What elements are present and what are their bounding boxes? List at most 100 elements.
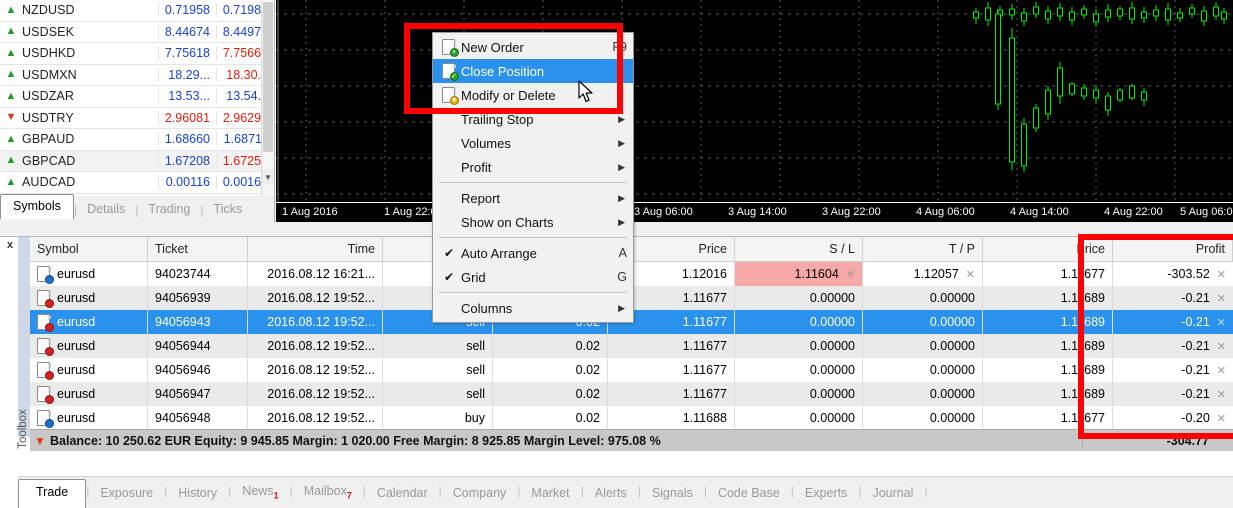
market-watch-row[interactable]: ▼ USDTRY 2.96081 2.96298 — [0, 108, 274, 129]
close-position-icon[interactable]: ✕ — [1210, 412, 1226, 425]
toolbox-tab-experts[interactable]: Experts — [794, 482, 858, 508]
close-position-icon[interactable]: ✕ — [1210, 316, 1226, 329]
menu-item-auto-arrange[interactable]: ✔ Auto Arrange A — [433, 241, 633, 265]
toolbox-tab-exposure[interactable]: Exposure — [89, 482, 164, 508]
menu-item-volumes[interactable]: Volumes ▶ — [433, 131, 633, 155]
price-chart[interactable]: 1 Aug 20161 Aug 22:002 A3 Aug 06:003 Aug… — [276, 0, 1233, 222]
toolbox-tab-market[interactable]: Market — [520, 482, 580, 508]
market-watch-tabs[interactable]: Symbols | Details | Trading | Ticks — [0, 194, 275, 222]
close-position-icon[interactable]: ✕ — [1210, 340, 1226, 353]
column-header-time[interactable]: Time — [248, 237, 383, 261]
column-header-t-p[interactable]: T / P — [863, 237, 983, 261]
menu-item-new-order[interactable]: + New Order F9 — [433, 35, 633, 59]
menu-item-modify-or-delete[interactable]: ✷ Modify or Delete — [433, 83, 633, 107]
sell-position-icon — [37, 385, 54, 404]
close-position-icon[interactable]: ✕ — [1210, 268, 1226, 281]
cell-take-profit[interactable]: 0.00000 — [863, 286, 983, 310]
close-tp-icon[interactable]: ✕ — [959, 268, 975, 281]
scroll-down-button[interactable]: ▼ — [262, 169, 274, 185]
close-position-icon[interactable]: ✕ — [1210, 364, 1226, 377]
market-watch-row[interactable]: ▲ AUDCAD 0.00116 0.00167 — [0, 172, 274, 194]
menu-item-profit[interactable]: Profit ▶ — [433, 155, 633, 179]
cell-stop-loss[interactable]: 0.00000 — [735, 310, 863, 334]
menu-item-close-position[interactable]: ✓ Close Position — [433, 59, 633, 83]
table-row[interactable]: eurusd 94056946 2016.08.12 19:52... sell 0.0… — [30, 358, 1233, 382]
profit-value: -0.21 — [1181, 387, 1210, 401]
table-row[interactable]: eurusd 94056948 2016.08.12 19:52... buy 0.02… — [30, 406, 1233, 430]
buy-position-icon — [37, 409, 54, 428]
sl-value: 0.00000 — [809, 411, 855, 425]
column-header-ticket[interactable]: Ticket — [148, 237, 248, 261]
toolbox-tab-calendar[interactable]: Calendar — [366, 482, 439, 508]
market-watch-row[interactable]: ▲ USDMXN 18.29... 18.30... — [0, 65, 274, 86]
menu-item-report[interactable]: Report ▶ — [433, 186, 633, 210]
toolbox-tab-mailbox[interactable]: Mailbox7 — [293, 480, 363, 508]
bid-price: 18.29... — [158, 67, 216, 82]
toolbox-tab-code-base[interactable]: Code Base — [707, 482, 791, 508]
cell-stop-loss[interactable]: 0.00000 — [735, 334, 863, 358]
market-watch-row[interactable]: ▲ USDZAR 13.53... 13.54... — [0, 86, 274, 108]
mw-tab-ticks[interactable]: Ticks — [203, 199, 252, 220]
profit-value: -303.52 — [1167, 267, 1210, 281]
table-row[interactable]: eurusd 94056944 2016.08.12 19:52... sell 0.0… — [30, 334, 1233, 358]
close-position-icon[interactable]: ✕ — [1210, 292, 1226, 305]
sl-value: 0.00000 — [809, 387, 855, 401]
cell-stop-loss[interactable]: 0.00000 — [735, 286, 863, 310]
cell-ticket: 94023744 — [148, 262, 248, 286]
arrow-down-icon: ▼ — [5, 111, 17, 124]
toolbox-tab-signals[interactable]: Signals — [641, 482, 704, 508]
cell-volume: 0.02 — [493, 382, 608, 406]
close-position-icon[interactable]: ✕ — [1210, 388, 1226, 401]
symbol-text: eurusd — [57, 267, 96, 281]
menu-item-label: New Order — [461, 39, 524, 55]
mw-tab-details[interactable]: Details — [77, 199, 135, 220]
menu-item-show-on-charts[interactable]: Show on Charts ▶ — [433, 210, 633, 234]
cell-price: 1.11688 — [608, 406, 735, 430]
market-watch-row[interactable]: ▲ NZDUSD 0.71958 0.71984 — [0, 0, 274, 22]
toolbox-tab-news[interactable]: News1 — [231, 480, 289, 508]
tab-separator: | — [924, 484, 928, 498]
tab-badge: 7 — [346, 490, 352, 500]
market-watch-scrollbar[interactable]: ▼ — [261, 0, 274, 196]
toolbox-tab-journal[interactable]: Journal — [861, 482, 924, 508]
market-watch-row[interactable]: ▲ GBPAUD 1.68660 1.68711 — [0, 129, 274, 151]
toolbox-tabs[interactable]: Trade | Exposure | History | News1 | Mailbox7 | Ca… — [18, 476, 1233, 508]
table-row[interactable]: eurusd 94056947 2016.08.12 19:52... sell 0.0… — [30, 382, 1233, 406]
menu-item-trailing-stop[interactable]: Trailing Stop ▶ — [433, 107, 633, 131]
toolbox-tab-alerts[interactable]: Alerts — [584, 482, 638, 508]
cell-stop-loss[interactable]: 1.11604 ✕ — [735, 262, 863, 286]
cell-take-profit[interactable]: 1.12057 ✕ — [863, 262, 983, 286]
submenu-arrow-icon: ▶ — [618, 161, 625, 172]
mw-tab-trading[interactable]: Trading — [138, 199, 200, 220]
cell-take-profit[interactable]: 0.00000 — [863, 334, 983, 358]
column-header-s-l[interactable]: S / L — [735, 237, 863, 261]
close-sl-icon[interactable]: ✕ — [839, 268, 855, 281]
cell-take-profit[interactable]: 0.00000 — [863, 382, 983, 406]
menu-item-grid[interactable]: ✔ Grid G — [433, 265, 633, 289]
cell-take-profit[interactable]: 0.00000 — [863, 310, 983, 334]
cell-take-profit[interactable]: 0.00000 — [863, 358, 983, 382]
cell-stop-loss[interactable]: 0.00000 — [735, 406, 863, 430]
market-watch-row[interactable]: ▲ USDSEK 8.44674 8.44970 — [0, 22, 274, 43]
context-menu[interactable]: + New Order F9 ✓ Close Position ✷ Modify or De… — [432, 32, 634, 323]
cell-price: 1.11677 — [608, 358, 735, 382]
cell-take-profit[interactable]: 0.00000 — [863, 406, 983, 430]
market-watch-row[interactable]: ▲ USDHKD 7.75618 7.75669 — [0, 43, 274, 65]
menu-item-columns[interactable]: Columns ▶ — [433, 296, 633, 320]
bid-price: 1.68660 — [158, 132, 216, 147]
column-header-price[interactable]: Price — [983, 237, 1113, 261]
mw-tab-symbols[interactable]: Symbols — [0, 194, 74, 219]
toolbox-tab-trade[interactable]: Trade — [18, 479, 87, 508]
market-watch-row[interactable]: ▲ GBPCAD 1.67208 1.67259 — [0, 150, 274, 172]
toolbox-tab-company[interactable]: Company — [442, 482, 518, 508]
column-header-profit[interactable]: Profit — [1113, 237, 1233, 261]
scrollbar-thumb[interactable] — [263, 2, 273, 152]
toolbox-tab-history[interactable]: History — [167, 482, 228, 508]
cell-symbol: eurusd — [30, 382, 148, 406]
market-watch-panel[interactable]: ▲ NZDUSD 0.71958 0.71984 ▲ USDSEK 8.44674 8.449… — [0, 0, 275, 196]
arrow-up-icon: ▲ — [5, 3, 17, 16]
cell-stop-loss[interactable]: 0.00000 — [735, 358, 863, 382]
column-header-symbol[interactable]: Symbol — [30, 237, 148, 261]
close-icon[interactable]: x — [4, 240, 16, 252]
cell-stop-loss[interactable]: 0.00000 — [735, 382, 863, 406]
